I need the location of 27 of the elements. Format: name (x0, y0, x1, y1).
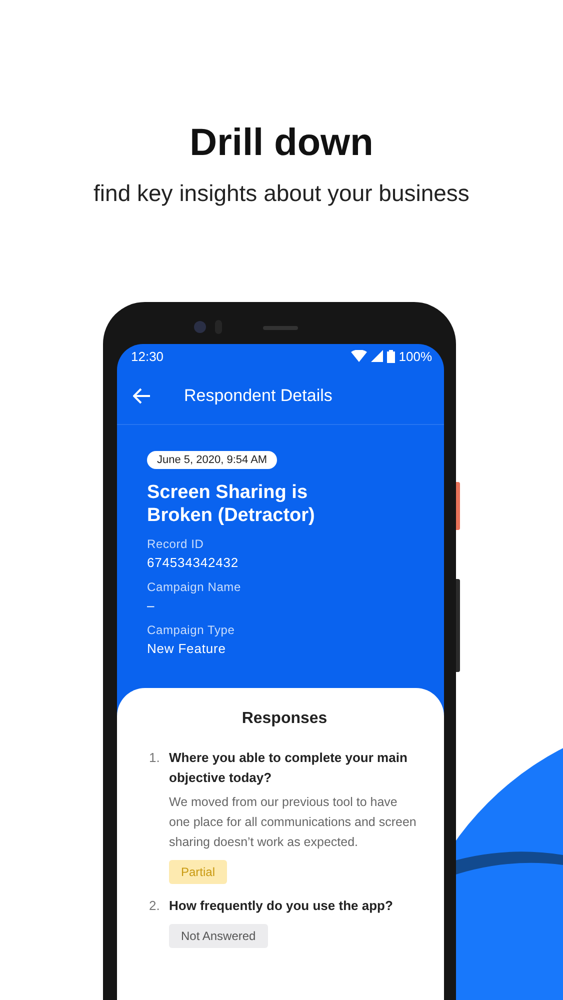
answer-text: We moved from our previous tool to have one place for all communications and screen sharing doesn’t work as expected. (169, 794, 418, 851)
question-text: How frequently do you use the app? (169, 897, 393, 915)
battery-level: 100% (398, 348, 432, 364)
field-value: 674534342432 (147, 555, 239, 570)
headline: Drill down (190, 121, 374, 166)
status-tag: Not Answered (169, 924, 268, 948)
field-value: New Feature (147, 641, 227, 656)
question-number: 2. (149, 897, 161, 915)
field-label: Campaign Type (147, 623, 235, 637)
status-time: 12:30 (131, 348, 164, 364)
signal-icon (370, 350, 383, 362)
battery-icon (386, 350, 395, 362)
field-label: Record ID (147, 537, 205, 551)
camera-icon (194, 321, 206, 333)
field-label: Campaign Name (147, 580, 241, 594)
subheadline: find key insights about your business (94, 179, 470, 208)
question-number: 1. (149, 749, 161, 767)
date-pill: June 5, 2020, 9:54 AM (147, 451, 278, 469)
wifi-icon (350, 350, 367, 362)
status-tag: Partial (169, 860, 228, 884)
power-key (456, 482, 460, 530)
field-value: – (147, 598, 156, 613)
screen-title: Respondent Details (184, 386, 332, 406)
card-title: Responses (240, 710, 328, 728)
record-title: Screen Sharing is Broken (Detractor) (147, 481, 316, 527)
question-text: Where you able to complete your main objective today? (169, 749, 408, 787)
back-button[interactable] (133, 388, 151, 404)
